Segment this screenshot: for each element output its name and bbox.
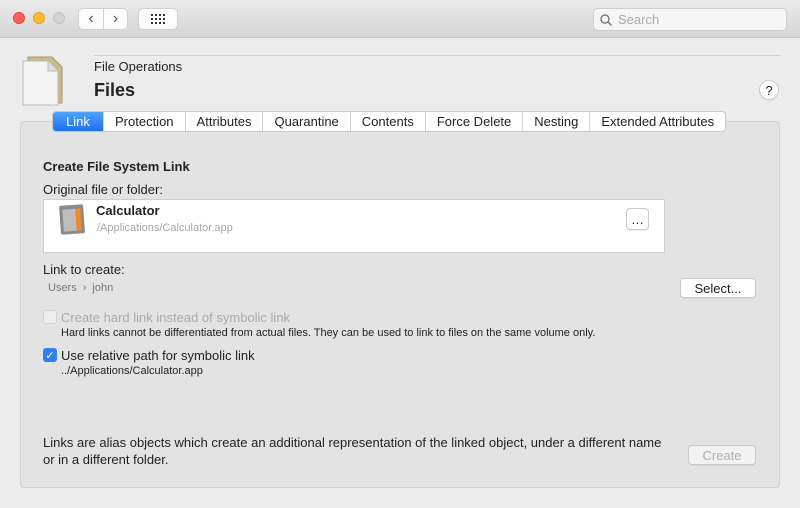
- page-title: Files: [94, 80, 136, 100]
- zoom-button[interactable]: [53, 12, 65, 24]
- relative-path-checkbox[interactable]: ✓: [43, 348, 57, 362]
- search-placeholder: Search: [618, 12, 660, 27]
- tab-contents[interactable]: Contents: [349, 112, 425, 131]
- path-item[interactable]: Users: [48, 282, 77, 294]
- close-button[interactable]: [13, 12, 25, 24]
- create-button[interactable]: Create: [688, 445, 756, 465]
- section-title: Create File System Link: [43, 159, 190, 174]
- relative-path-value: ../Applications/Calculator.app: [61, 365, 203, 377]
- header-subtitle: File Operations: [94, 59, 183, 74]
- original-label: Original file or folder:: [43, 182, 163, 197]
- path-separator: ›: [82, 282, 87, 294]
- search-input[interactable]: Search: [593, 8, 787, 31]
- help-button[interactable]: ?: [759, 80, 779, 100]
- tab-protection[interactable]: Protection: [103, 112, 185, 131]
- file-path: /Applications/Calculator.app: [97, 222, 233, 234]
- hard-link-description: Hard links cannot be differentiated from…: [61, 327, 596, 339]
- tab-link[interactable]: Link: [53, 112, 103, 131]
- select-button[interactable]: Select...: [680, 278, 756, 298]
- tab-bar: Link Protection Attributes Quarantine Co…: [52, 111, 727, 132]
- link-label: Link to create:: [43, 262, 125, 277]
- header-divider: [94, 55, 780, 56]
- minimize-button[interactable]: [33, 12, 45, 24]
- checkmark-icon: ✓: [45, 349, 55, 362]
- tab-extended-attributes[interactable]: Extended Attributes: [589, 112, 725, 131]
- browse-button[interactable]: …: [626, 208, 649, 230]
- file-name: Calculator: [96, 203, 160, 218]
- tab-nesting[interactable]: Nesting: [522, 112, 589, 131]
- tab-quarantine[interactable]: Quarantine: [262, 112, 349, 131]
- footer-description: Links are alias objects which create an …: [43, 435, 662, 467]
- hard-link-label: Create hard link instead of symbolic lin…: [61, 310, 291, 325]
- grid-icon: [151, 14, 165, 24]
- tab-panel: [20, 121, 780, 488]
- file-icon: [22, 56, 63, 106]
- chevron-right-icon: ›: [112, 10, 119, 27]
- title-bar: ‹ › Search: [0, 0, 800, 38]
- chevron-left-icon: ‹: [88, 10, 94, 27]
- hard-link-checkbox[interactable]: [43, 310, 57, 324]
- tab-force-delete[interactable]: Force Delete: [424, 112, 522, 131]
- calculator-icon: [59, 204, 85, 235]
- tab-attributes[interactable]: Attributes: [184, 112, 263, 131]
- relative-path-label: Use relative path for symbolic link: [61, 348, 255, 363]
- search-icon: [600, 13, 612, 26]
- forward-button[interactable]: ›: [103, 8, 128, 30]
- back-button[interactable]: ‹: [78, 8, 104, 30]
- grid-button[interactable]: [138, 8, 178, 30]
- path-item[interactable]: john: [92, 282, 113, 294]
- path-control[interactable]: Users › john: [48, 282, 113, 294]
